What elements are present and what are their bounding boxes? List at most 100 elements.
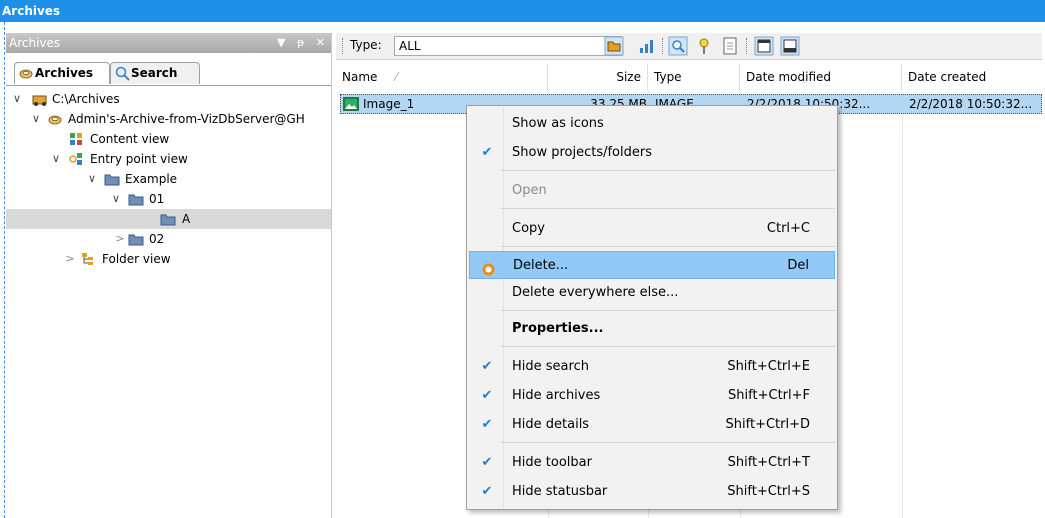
tree-node-label: Entry point view [90, 152, 188, 166]
column-header-date-created[interactable]: Date created [902, 64, 1042, 90]
archives-panel: Archives ▼ ᵽ ✕ Archives Search ∨ C:\Arch… [6, 33, 332, 518]
window-border [4, 22, 5, 518]
menu-item-show-as-icons[interactable]: Show as icons [469, 110, 835, 138]
search-icon [115, 66, 130, 87]
type-filter-value: ALL [399, 39, 421, 53]
column-type-label: Type [654, 70, 682, 84]
file-list-header: Name ⁄ Size Type Date modified Date crea… [336, 64, 1042, 90]
view-panel-button[interactable] [754, 36, 774, 56]
menu-item-copy[interactable]: Copy Ctrl+C [469, 215, 835, 243]
chevron-down-icon[interactable]: ∨ [30, 109, 42, 129]
window-title: Archives [2, 4, 61, 18]
menu-item-properties[interactable]: Properties... [469, 315, 835, 343]
checkmark-icon: ✔ [481, 145, 493, 160]
tab-archives[interactable]: Archives [14, 62, 110, 84]
pin-icon [699, 38, 709, 54]
menu-item-open[interactable]: Open [469, 177, 835, 205]
file-name: Image_1 [363, 97, 415, 111]
folder-open-icon [604, 36, 624, 56]
tree-node-label: Folder view [102, 252, 171, 266]
tree-node-label: 01 [149, 192, 165, 206]
chevron-down-icon[interactable]: ∨ [50, 149, 62, 169]
details-icon [780, 36, 800, 56]
close-icon[interactable]: ✕ [316, 36, 325, 49]
delete-icon [478, 259, 498, 276]
panel-tabs: Archives Search [6, 59, 331, 86]
type-filter-select[interactable]: ALL ∨ [394, 36, 622, 56]
panel-menu-button[interactable]: ▼ [277, 36, 285, 49]
column-name-label: Name [342, 70, 378, 84]
folder-tree-icon [81, 252, 95, 272]
menu-item-hide-details[interactable]: ✔ Hide details Shift+Ctrl+D [469, 411, 835, 439]
favorite-button[interactable] [694, 36, 714, 56]
toolbar: Type: ALL ∨ [336, 33, 1042, 60]
menu-separator [501, 442, 835, 443]
tree-node-archives-root[interactable]: ∨ C:\Archives [6, 89, 331, 109]
search-button[interactable] [668, 36, 688, 56]
panel-icon [754, 36, 774, 56]
tree-node-label: 02 [149, 232, 165, 246]
column-header-type[interactable]: Type [648, 64, 740, 90]
sort-icon [640, 40, 653, 53]
menu-gutter [503, 107, 504, 508]
tree-node-folder-view[interactable]: > Folder view [6, 249, 331, 269]
tree-node-example[interactable]: ∨ Example [6, 169, 331, 189]
tree-node-02[interactable]: > 02 [6, 229, 331, 249]
pin-icon[interactable]: ᵽ [297, 36, 304, 49]
column-size-label: Size [616, 70, 641, 84]
checkmark-icon: ✔ [481, 484, 493, 499]
menu-separator [501, 310, 835, 311]
menu-separator [501, 170, 835, 171]
checkmark-icon: ✔ [481, 417, 493, 432]
column-date-created-label: Date created [908, 70, 987, 84]
tree-node-content-view[interactable]: Content view [6, 129, 331, 149]
search-icon [668, 36, 688, 56]
open-folder-button[interactable] [604, 36, 624, 56]
menu-item-hide-toolbar[interactable]: ✔ Hide toolbar Shift+Ctrl+T [469, 449, 835, 477]
checkmark-icon: ✔ [481, 388, 493, 403]
context-menu: Show as icons ✔ Show projects/folders Op… [466, 105, 838, 510]
document-icon [723, 37, 737, 55]
tree-node-label: Example [125, 172, 178, 186]
window-title-bar: Archives [0, 0, 1045, 22]
menu-separator [501, 346, 835, 347]
chevron-down-icon[interactable]: ∨ [11, 89, 23, 109]
tree-node-label: Admin's-Archive-from-VizDbServer@GH [68, 112, 305, 126]
menu-item-hide-search[interactable]: ✔ Hide search Shift+Ctrl+E [469, 353, 835, 381]
sort-button[interactable] [636, 36, 656, 56]
column-divider [902, 90, 903, 518]
menu-item-hide-archives[interactable]: ✔ Hide archives Shift+Ctrl+F [469, 382, 835, 410]
column-header-date-modified[interactable]: Date modified [740, 64, 902, 90]
tab-search[interactable]: Search [110, 62, 200, 84]
menu-separator [501, 208, 835, 209]
menu-item-delete[interactable]: Delete... Del [469, 251, 835, 279]
panel-title: Archives [9, 36, 61, 50]
toolbar-separator [746, 38, 748, 54]
type-label: Type: [350, 38, 382, 52]
shortcut-copy: Ctrl+C [766, 221, 810, 236]
chevron-right-icon[interactable]: > [64, 249, 76, 269]
column-header-name[interactable]: Name ⁄ [336, 64, 548, 90]
tree-node-01[interactable]: ∨ 01 [6, 189, 331, 209]
chevron-right-icon[interactable]: > [114, 229, 126, 249]
view-details-button[interactable] [780, 36, 800, 56]
sort-indicator-icon: ⁄ [395, 70, 398, 84]
panel-header: Archives ▼ ᵽ ✕ [6, 33, 331, 53]
image-icon [343, 97, 359, 114]
toolbar-separator [662, 38, 664, 54]
menu-item-show-projects-folders[interactable]: ✔ Show projects/folders [469, 139, 835, 167]
new-document-button[interactable] [720, 36, 740, 56]
toolbar-grip [342, 38, 344, 54]
menu-item-delete-everywhere-else[interactable]: Delete everywhere else... [469, 279, 835, 307]
chevron-down-icon[interactable]: ∨ [86, 169, 98, 189]
column-date-modified-label: Date modified [746, 70, 832, 84]
menu-item-hide-statusbar[interactable]: ✔ Hide statusbar Shift+Ctrl+S [469, 478, 835, 506]
chevron-down-icon[interactable]: ∨ [110, 189, 122, 209]
tree-node-a[interactable]: A [6, 209, 331, 229]
tree-node-archive[interactable]: ∨ Admin's-Archive-from-VizDbServer@GH [6, 109, 331, 129]
tab-archives-label: Archives [35, 66, 94, 80]
tree-node-entry-point-view[interactable]: ∨ Entry point view [6, 149, 331, 169]
tab-search-label: Search [131, 66, 178, 80]
shortcut-delete: Del [787, 258, 809, 273]
column-header-size[interactable]: Size [548, 64, 648, 90]
